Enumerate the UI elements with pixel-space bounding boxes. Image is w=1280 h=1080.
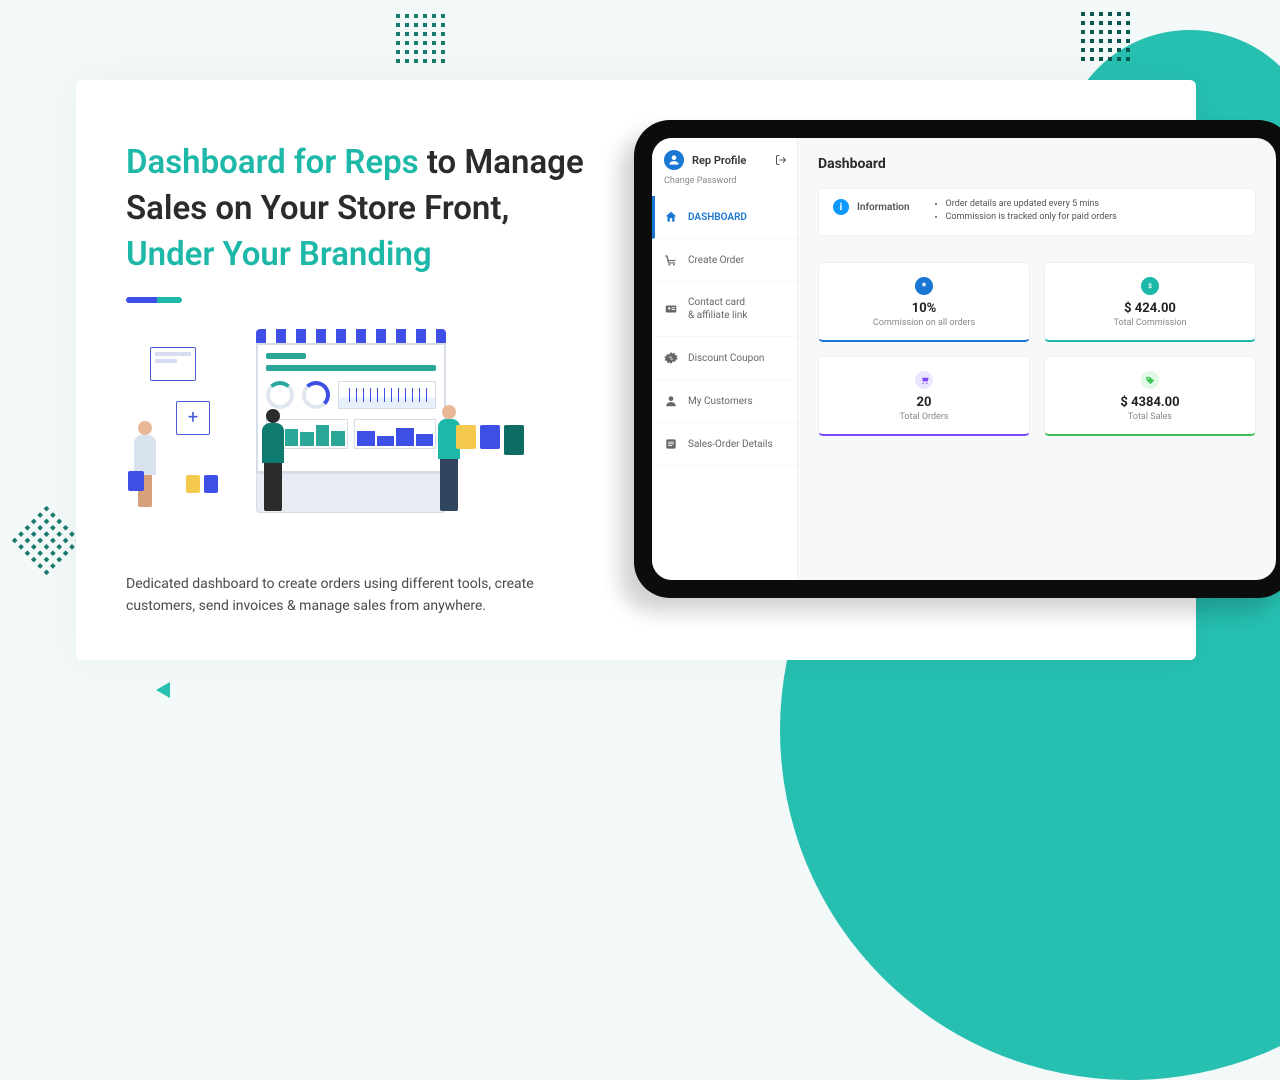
nav-label: DASHBOARD	[688, 211, 747, 224]
stat-value: $ 424.00	[1053, 301, 1247, 316]
page-title: Dashboard	[818, 156, 1256, 172]
stat-total-orders: 20 Total Orders	[818, 356, 1030, 436]
main-panel: Dashboard i Information Order details ar…	[798, 138, 1276, 580]
user-icon	[664, 394, 678, 408]
svg-text:%: %	[669, 356, 673, 362]
dollar-icon: $	[1141, 277, 1159, 295]
change-password-link[interactable]: Change Password	[652, 176, 797, 196]
card-icon	[664, 302, 678, 316]
logout-icon[interactable]	[775, 151, 787, 170]
home-icon	[664, 210, 678, 224]
badge-icon	[915, 277, 933, 295]
stat-value: 20	[827, 395, 1021, 410]
stat-total-sales: $ 4384.00 Total Sales	[1044, 356, 1256, 436]
nav-contact-card[interactable]: Contact card & affiliate link	[652, 282, 797, 337]
shopping-bags-1	[456, 425, 524, 455]
description-text: Dedicated dashboard to create orders usi…	[126, 573, 546, 618]
shopper-figure-1	[120, 421, 170, 507]
nav-sales-order[interactable]: Sales-Order Details	[652, 423, 797, 466]
dots-decoration-top-left	[396, 14, 445, 63]
heading-accent-1: Dashboard for Reps	[126, 143, 419, 182]
dots-decoration-bottom-left	[12, 506, 81, 575]
stats-grid: 10% Commission on all orders $ $ 424.00 …	[818, 262, 1256, 436]
nav-my-customers[interactable]: My Customers	[652, 380, 797, 423]
info-item: Commission is tracked only for paid orde…	[946, 212, 1117, 222]
stat-value: 10%	[827, 301, 1021, 316]
nav-list: DASHBOARD Create Order Contact card & af…	[652, 196, 797, 466]
shopping-bags-2	[128, 471, 144, 491]
coupon-icon: %	[664, 351, 678, 365]
nav-label: Create Order	[688, 254, 744, 267]
nav-label: My Customers	[688, 395, 753, 408]
nav-create-order[interactable]: Create Order	[652, 239, 797, 282]
svg-text:$: $	[1148, 282, 1152, 290]
dots-decoration-top-right	[1081, 12, 1130, 61]
cart-icon	[664, 253, 678, 267]
nav-label: Discount Coupon	[688, 352, 764, 365]
stat-label: Total Orders	[827, 412, 1021, 422]
sidebar: Rep Profile Change Password DASHBOARD Cr…	[652, 138, 798, 580]
plus-box-icon: +	[176, 401, 210, 435]
tablet-device-frame: Rep Profile Change Password DASHBOARD Cr…	[634, 120, 1280, 598]
list-icon	[664, 437, 678, 451]
heading-underline	[126, 297, 182, 303]
stat-label: Total Sales	[1053, 412, 1247, 422]
info-item: Order details are updated every 5 mins	[946, 199, 1117, 209]
heading: Dashboard for Reps to Manage Sales on Yo…	[126, 140, 586, 279]
info-icon: i	[833, 199, 849, 215]
nav-dashboard[interactable]: DASHBOARD	[652, 196, 797, 239]
shopping-bags-3	[186, 475, 218, 493]
stat-commission-rate: 10% Commission on all orders	[818, 262, 1030, 342]
heading-accent-2: Under Your Branding	[126, 235, 432, 274]
nav-label: Contact card & affiliate link	[688, 296, 748, 322]
document-icon	[150, 347, 196, 381]
tablet-screen: Rep Profile Change Password DASHBOARD Cr…	[652, 138, 1276, 580]
shopper-figure-3	[424, 405, 474, 511]
stat-label: Total Commission	[1053, 318, 1247, 328]
info-bar: i Information Order details are updated …	[818, 188, 1256, 236]
stat-value: $ 4384.00	[1053, 395, 1247, 410]
storefront-illustration: +	[126, 323, 566, 553]
info-title: Information	[857, 202, 910, 213]
nav-discount-coupon[interactable]: % Discount Coupon	[652, 337, 797, 380]
cart-icon	[915, 371, 933, 389]
stat-label: Commission on all orders	[827, 318, 1021, 328]
profile-name: Rep Profile	[692, 154, 746, 167]
nav-label: Sales-Order Details	[688, 438, 773, 451]
profile-header: Rep Profile	[652, 138, 797, 176]
tag-icon	[1141, 371, 1159, 389]
shopper-figure-2	[248, 409, 298, 511]
avatar-icon	[664, 150, 684, 170]
stat-total-commission: $ $ 424.00 Total Commission	[1044, 262, 1256, 342]
arrow-decoration	[156, 682, 170, 698]
info-list: Order details are updated every 5 mins C…	[932, 199, 1117, 225]
